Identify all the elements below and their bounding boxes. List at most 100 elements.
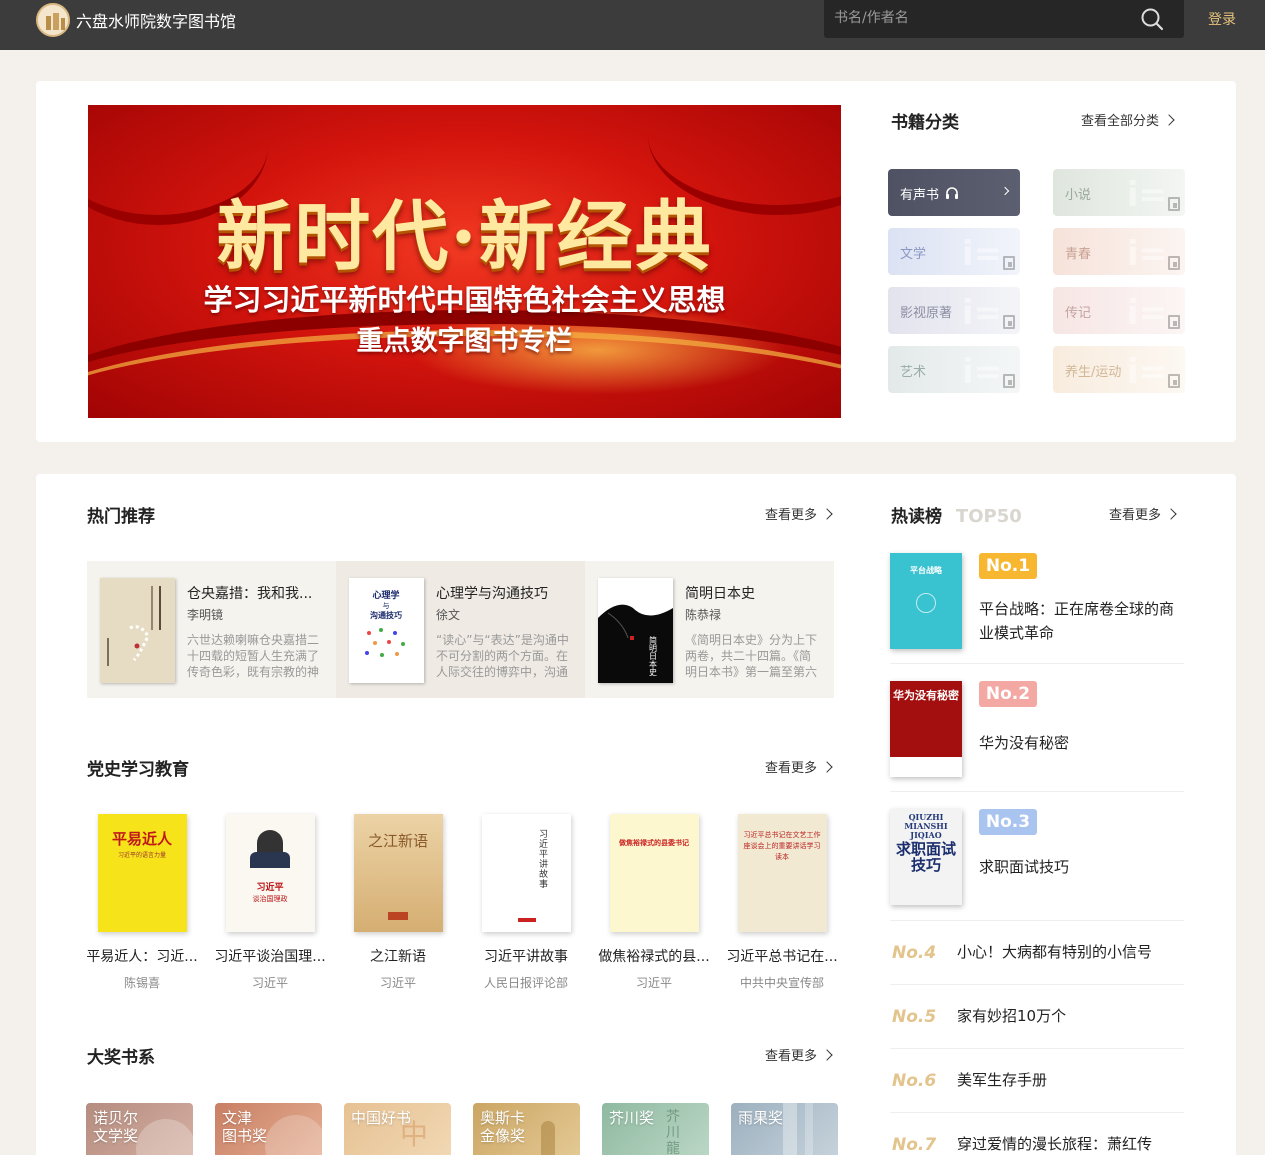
book-cover: 之江新语	[353, 814, 443, 932]
book-title: 仓央嘉措：我和我...	[187, 586, 313, 602]
login-button[interactable]: 登录	[1208, 9, 1236, 29]
headphones-icon	[946, 187, 958, 199]
party-book-item[interactable]: 做焦裕禄式的县委书记 做焦裕禄式的县... 习近平	[598, 814, 710, 991]
ranking-item-2[interactable]: 华为没有秘密 No.2 华为没有秘密	[890, 681, 1184, 792]
category-art[interactable]: 艺术 i=	[888, 346, 1020, 393]
search-input[interactable]	[834, 6, 1134, 30]
book-icon	[1003, 256, 1015, 270]
rank-badge: No.1	[979, 553, 1037, 579]
hot-recommend-title: 热门推荐	[87, 507, 155, 527]
category-biography[interactable]: 传记 i=	[1053, 287, 1185, 334]
banner-title: 新时代·新经典	[216, 192, 713, 281]
book-title: 小心！大病都有特别的小信号	[957, 943, 1153, 961]
category-label: 影视原著	[900, 306, 953, 321]
book-author: 徐文	[436, 608, 461, 622]
chevron-right-icon	[821, 761, 833, 773]
ranking-top50-label: TOP50	[955, 506, 1022, 527]
book-cover: 习近平总书记在文艺工作座谈会上的重要讲话学习读本	[737, 814, 827, 932]
category-audiobook[interactable]: 有声书	[888, 169, 1020, 216]
book-title: 习近平讲故事	[484, 949, 568, 965]
category-label: 小说	[1065, 188, 1092, 203]
book-author: 人民日报评论部	[483, 976, 568, 990]
categories-title: 书籍分类	[891, 113, 959, 133]
category-youth[interactable]: 青春 i=	[1053, 228, 1185, 275]
rank-number: No.5	[892, 1007, 937, 1027]
ranking-item-3[interactable]: QIUZHI MIANSHI JIQIAO 求职面试技巧 No.3 求职面试技巧	[890, 809, 1184, 920]
category-label: 有声书	[900, 188, 940, 203]
book-title: 家有妙招10万个	[957, 1007, 1067, 1025]
book-cover: 习近平 谈治国理政	[225, 814, 315, 932]
book-title: 穿过爱情的漫长旅程：萧红传	[957, 1135, 1153, 1153]
category-label: 艺术	[900, 365, 927, 380]
awards-title: 大奖书系	[87, 1048, 155, 1068]
hot-book-card[interactable]: 简明日本史 简明日本史 陈恭禄 《简明日本史》分为上下两卷，共二十四篇。《简明日…	[585, 561, 834, 698]
category-label: 传记	[1065, 306, 1092, 321]
rank-number: No.4	[892, 943, 937, 963]
svg-text:心理学: 心理学	[372, 589, 399, 601]
rank-badge: No.2	[979, 681, 1037, 707]
award-nobel[interactable]: 诺贝尔 文学奖	[86, 1103, 193, 1155]
library-logo-icon[interactable]	[36, 3, 70, 37]
category-label: 文学	[900, 247, 927, 262]
awards-view-more-link[interactable]: 查看更多	[765, 1045, 833, 1064]
chevron-right-icon	[1165, 508, 1177, 520]
hot-book-card[interactable]: 心理学 与 沟通技巧 心理学与沟通技巧 徐文 “读心”与“表达”是沟通中不可分割…	[336, 561, 585, 698]
book-cover: 习近平讲故事	[481, 814, 571, 932]
ranking-item-5[interactable]: No.5 家有妙招10万个	[890, 984, 1184, 1048]
hot-book-card[interactable]: 仓央嘉措：我和我... 李明镜 六世达赖喇嘛仓央嘉措二十四载的短暂人生充满了传奇…	[87, 561, 336, 698]
top-navbar: 六盘水师院数字图书馆 登录	[0, 0, 1265, 50]
ranking-title-text: 热读榜	[891, 507, 942, 527]
book-icon	[1168, 256, 1180, 270]
book-author: 习近平	[635, 976, 672, 990]
party-book-item[interactable]: 习近平 谈治国理政 习近平谈治国理... 习近平	[214, 814, 326, 991]
award-hugo[interactable]: 雨果奖	[731, 1103, 838, 1155]
promo-banner[interactable]: 新时代·新经典 学习习近平新时代中国特色社会主义思想 重点数字图书专栏	[88, 105, 841, 418]
search-icon[interactable]	[1140, 7, 1164, 31]
party-history-title: 党史学习教育	[87, 760, 189, 780]
book-cover	[100, 578, 175, 683]
book-title: 平台战略：正在席卷全球的商业模式革命	[979, 600, 1175, 642]
award-wenjin[interactable]: 文津 图书奖	[215, 1103, 322, 1155]
chevron-right-icon	[1163, 114, 1175, 126]
category-literature[interactable]: 文学 i=	[888, 228, 1020, 275]
award-label: 雨果奖	[738, 1109, 784, 1127]
book-title: 平易近人：习近...	[86, 949, 198, 965]
book-title: 华为没有秘密	[979, 734, 1070, 752]
category-health-sports[interactable]: 养生/运动 i=	[1053, 346, 1185, 393]
party-view-more-link[interactable]: 查看更多	[765, 757, 833, 776]
book-title: 心理学与沟通技巧	[436, 586, 548, 602]
award-label: 文津 图书奖	[222, 1109, 268, 1145]
ranking-item-1[interactable]: 平台战略 No.1 平台战略：正在席卷全球的商业模式革命	[890, 553, 1184, 664]
award-label: 奥斯卡 金像奖	[480, 1109, 526, 1145]
book-author: 中共中央宣传部	[739, 976, 824, 990]
book-cover: QIUZHI MIANSHI JIQIAO 求职面试技巧	[890, 809, 962, 905]
award-oscar[interactable]: 奥斯卡 金像奖	[473, 1103, 580, 1155]
book-title: 简明日本史	[685, 586, 755, 602]
banner-subtitle-2: 重点数字图书专栏	[356, 326, 573, 357]
party-book-item[interactable]: 之江新语 之江新语 习近平	[342, 814, 454, 991]
ranking-item-6[interactable]: No.6 美军生存手册	[890, 1048, 1184, 1112]
award-akutagawa[interactable]: 芥川龍之介賞 芥川奖	[602, 1103, 709, 1155]
ranking-item-7[interactable]: No.7 穿过爱情的漫长旅程：萧红传	[890, 1112, 1184, 1155]
book-title: 做焦裕禄式的县...	[598, 949, 710, 965]
party-book-item[interactable]: 平易近人 习近平的语言力量 平易近人：习近... 陈锡喜	[86, 814, 198, 991]
category-novel[interactable]: 小说 i=	[1053, 169, 1185, 216]
site-title[interactable]: 六盘水师院数字图书馆	[76, 8, 236, 32]
book-icon	[1168, 374, 1180, 388]
hot-view-more-link[interactable]: 查看更多	[765, 504, 833, 523]
award-china-good-book[interactable]: 中国 中国好书	[344, 1103, 451, 1155]
ranking-view-more-link[interactable]: 查看更多	[1109, 504, 1177, 523]
category-film-adaptation[interactable]: 影视原著 i=	[888, 287, 1020, 334]
view-all-categories-link[interactable]: 查看全部分类	[1081, 110, 1175, 129]
book-cover: 心理学 与 沟通技巧	[349, 578, 424, 683]
book-author: 习近平	[379, 976, 416, 990]
book-cover: 简明日本史	[598, 578, 673, 683]
ranking-item-4[interactable]: No.4 小心！大病都有特别的小信号	[890, 920, 1184, 984]
party-book-item[interactable]: 习近平总书记在文艺工作座谈会上的重要讲话学习读本 习近平总书记在... 中共中央…	[726, 814, 838, 991]
book-description: 六世达赖喇嘛仓央嘉措二十四载的短暂人生充满了传奇色彩，既有宗教的神圣、...	[187, 633, 320, 679]
book-cover: 华为没有秘密	[890, 681, 962, 777]
book-title: 美军生存手册	[957, 1071, 1048, 1089]
book-icon	[1003, 374, 1015, 388]
party-book-item[interactable]: 习近平讲故事 习近平讲故事 人民日报评论部	[470, 814, 582, 991]
book-icon	[1168, 197, 1180, 211]
